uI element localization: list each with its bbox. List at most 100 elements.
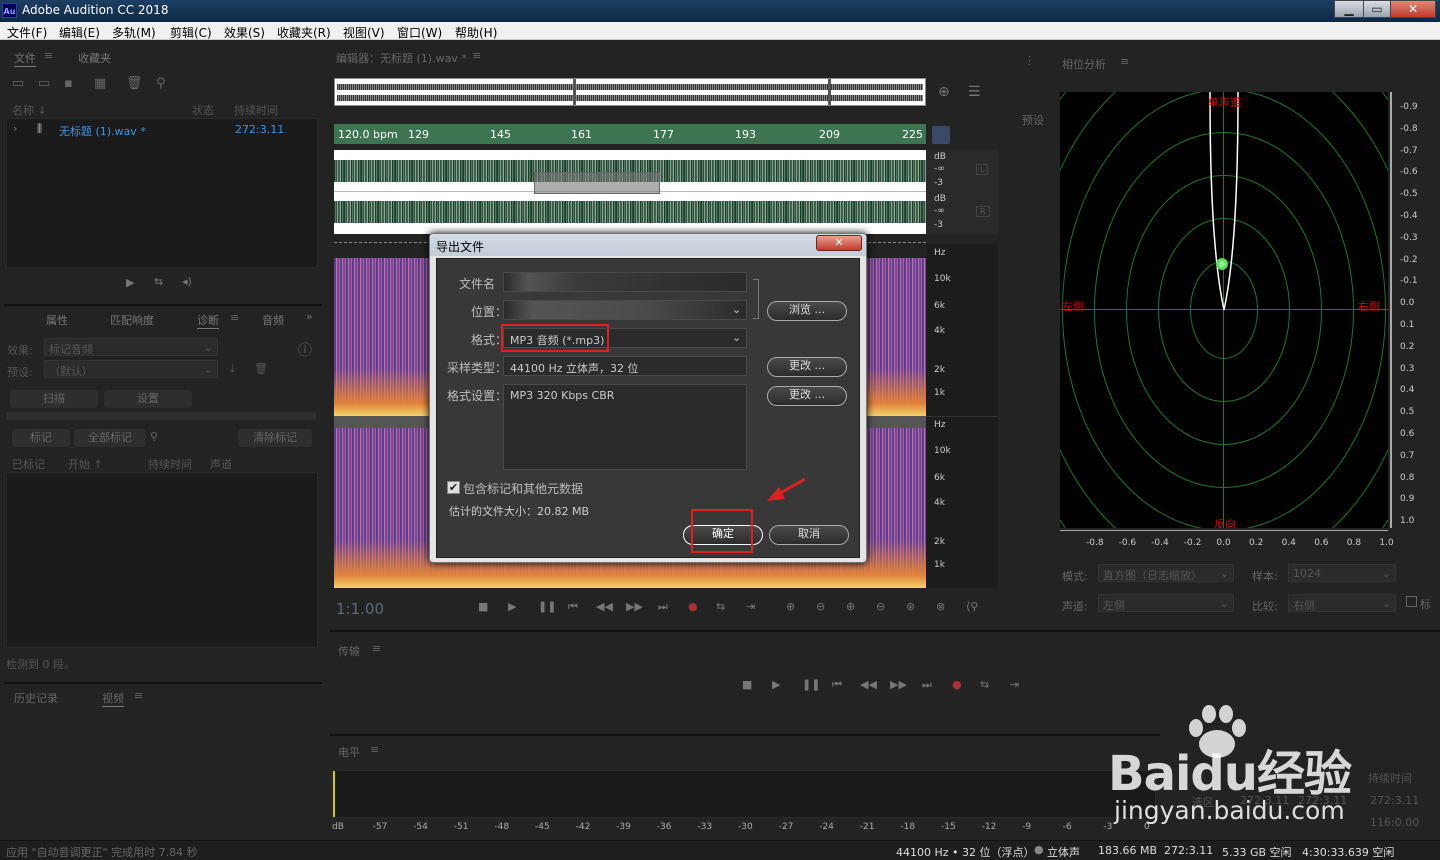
stop-icon[interactable]: ■ (478, 600, 488, 613)
info-icon[interactable]: ⓘ (298, 340, 312, 360)
tab-properties[interactable]: 属性 (46, 312, 68, 328)
tab-diagnostics[interactable]: 诊断 (197, 312, 219, 329)
view-options-icon[interactable]: ☰ (968, 84, 981, 100)
panel-menu-icon[interactable]: ≡ (134, 689, 143, 702)
phase-title[interactable]: 相位分析 (1062, 56, 1106, 72)
panel-menu-icon[interactable]: ≡ (370, 743, 379, 756)
tab-favorites[interactable]: 收藏夹 (78, 50, 111, 66)
go-to-start-icon[interactable]: ⏮ (832, 678, 842, 692)
menu-edit[interactable]: 编辑(E) (59, 24, 100, 41)
skip-icon[interactable]: ⇥ (1010, 678, 1019, 691)
change-sample-button[interactable]: 更改 ... (767, 357, 847, 377)
col-duration[interactable]: 持续时间 (148, 456, 192, 472)
tab-history[interactable]: 历史记录 (14, 690, 58, 706)
close-window-button[interactable]: ✕ (1390, 0, 1436, 18)
location-select[interactable]: ⌄ (503, 300, 747, 320)
menu-multitrack[interactable]: 多轨(M) (112, 24, 156, 41)
headphones-icon[interactable] (932, 126, 950, 144)
time-ruler[interactable]: 120.0 bpm 129 145 161 177 193 209 225 (334, 124, 926, 144)
delete-icon[interactable]: 🗑 (126, 76, 143, 91)
preset-select[interactable]: （默认） ⌄ (44, 360, 218, 378)
fast-forward-icon[interactable]: ▶▶ (890, 678, 907, 691)
dialog-close-button[interactable]: ✕ (816, 235, 862, 251)
zoom-in-time-icon[interactable]: ⊕ (846, 600, 855, 613)
tab-files[interactable]: 文件 (14, 50, 36, 67)
record-icon[interactable]: ● (952, 678, 962, 691)
pause-icon[interactable]: ❚❚ (538, 600, 556, 613)
tab-video[interactable]: 视频 (102, 690, 124, 707)
col-start[interactable]: 开始 ↑ (68, 456, 103, 472)
volume-icon[interactable]: ◂) (182, 275, 192, 288)
record-icon[interactable]: ● (688, 600, 698, 613)
delete-preset-icon[interactable]: 🗑 (254, 362, 268, 375)
cancel-button[interactable]: 取消 (769, 525, 849, 545)
levels-title[interactable]: 电平 (338, 744, 360, 760)
play-icon[interactable]: ▶ (772, 678, 780, 691)
hud-overlay[interactable] (534, 172, 660, 194)
mark-button[interactable]: 标记 (12, 429, 70, 447)
tab-presets[interactable]: 预设 (1022, 112, 1044, 128)
dialog-titlebar[interactable]: 导出文件 ✕ (430, 234, 866, 256)
col-channel[interactable]: 声道 (210, 456, 232, 472)
sample-select[interactable]: 1024 ⌄ (1288, 564, 1396, 582)
menu-clip[interactable]: 剪辑(C) (170, 24, 212, 41)
loop-icon[interactable]: ⇆ (980, 678, 989, 691)
menu-help[interactable]: 帮助(H) (455, 24, 497, 41)
panel-menu-icon[interactable]: ≡ (1120, 55, 1129, 68)
overflow-icon[interactable]: » (306, 310, 313, 323)
zoom-full-icon[interactable]: ⊛ (906, 600, 915, 613)
search-icon[interactable]: ⚲ (156, 76, 166, 91)
panel-menu-icon[interactable]: ≡ (230, 311, 239, 324)
clear-marks-button[interactable]: 清除标记 (238, 429, 312, 447)
zoom-out-amplitude-icon[interactable]: ⊖ (816, 600, 825, 613)
compare-select[interactable]: 右侧 ⌄ (1288, 594, 1396, 612)
mode-select[interactable]: 直方图（日志缩放） ⌄ (1098, 564, 1234, 582)
pause-icon[interactable]: ❚❚ (802, 678, 820, 691)
save-preset-icon[interactable]: ⤓ (230, 362, 235, 376)
left-channel-toggle[interactable]: L (976, 164, 989, 175)
zoom-in-amplitude-icon[interactable]: ⊕ (786, 600, 795, 613)
waveform-view[interactable] (334, 150, 926, 234)
insert-icon[interactable]: ▦ (94, 76, 106, 91)
minimize-button[interactable]: ▁ (1334, 0, 1364, 18)
change-format-button[interactable]: 更改 ... (767, 386, 847, 406)
mark-all-button[interactable]: 全部标记 (74, 429, 146, 447)
extra-checkbox[interactable] (1406, 596, 1417, 607)
fast-forward-icon[interactable]: ▶▶ (626, 600, 643, 613)
loop-icon[interactable]: ⇆ (154, 275, 163, 288)
tab-audio[interactable]: 音频 (262, 312, 284, 328)
col-duration[interactable]: 持续时间 (234, 102, 278, 118)
rewind-icon[interactable]: ◀◀ (596, 600, 613, 613)
rewind-icon[interactable]: ◀◀ (860, 678, 877, 691)
right-channel-toggle[interactable]: R (976, 206, 990, 217)
menu-file[interactable]: 文件(F) (7, 24, 47, 41)
import-icon[interactable]: ▭ (38, 76, 50, 91)
zoom-selection-icon[interactable]: ⊗ (936, 600, 945, 613)
skip-icon[interactable]: ⇥ (746, 600, 755, 613)
loop-icon[interactable]: ⇆ (716, 600, 725, 613)
list-item[interactable]: › ⫼ 无标题 (1).wav * 272:3.11 (7, 121, 317, 138)
browse-button[interactable]: 浏览 ... (767, 301, 847, 321)
effect-select[interactable]: 标记音频 ⌄ (44, 338, 218, 356)
go-to-end-icon[interactable]: ⏭ (658, 600, 668, 614)
expand-icon[interactable]: › (13, 122, 17, 135)
go-to-start-icon[interactable]: ⏮ (568, 600, 578, 614)
menu-window[interactable]: 窗口(W) (397, 24, 442, 41)
play-icon[interactable]: ▶ (126, 276, 134, 289)
zoom-left-icon[interactable]: ⟨⚲ (966, 600, 978, 613)
col-status[interactable]: 状态 (192, 102, 214, 118)
play-icon[interactable]: ▶ (508, 600, 516, 613)
panel-menu-icon[interactable]: ≡ (372, 642, 381, 655)
menu-effects[interactable]: 效果(S) (224, 24, 265, 41)
new-file-icon[interactable]: ▪ (64, 76, 73, 91)
filename-input[interactable] (503, 272, 747, 292)
splitter-handle[interactable] (6, 412, 316, 420)
tab-match-loudness[interactable]: 匹配响度 (110, 312, 154, 328)
col-name[interactable]: 名称 ↓ (12, 102, 47, 118)
zoom-out-time-icon[interactable]: ⊖ (876, 600, 885, 613)
scan-button[interactable]: 扫描 (10, 390, 98, 408)
menu-favorites[interactable]: 收藏夹(R) (277, 24, 331, 41)
include-metadata-checkbox[interactable]: ✔ (447, 481, 460, 494)
editor-title[interactable]: 编辑器：无标题 (1).wav * (336, 50, 467, 66)
settings-button[interactable]: 设置 (104, 390, 192, 408)
